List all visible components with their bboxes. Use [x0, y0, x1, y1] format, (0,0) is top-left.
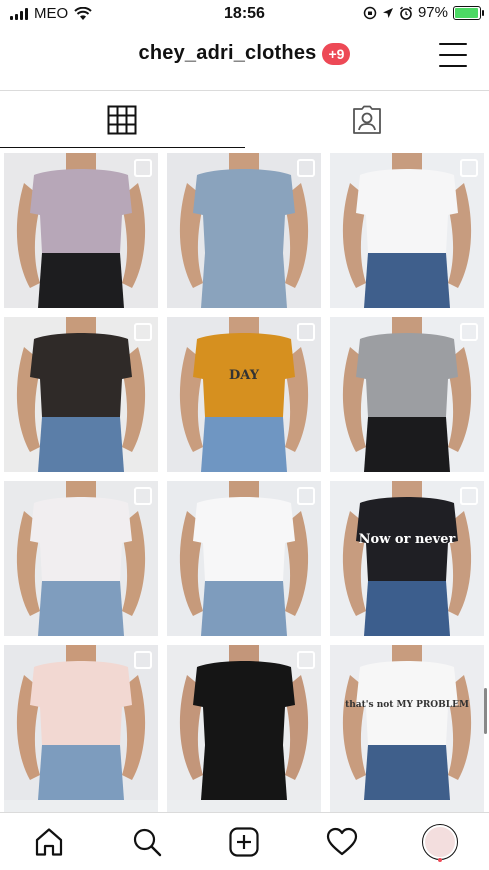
- tab-grid[interactable]: [0, 91, 245, 148]
- profile-tabs: [0, 90, 489, 148]
- post-photo: that's not MY PROBLEM: [342, 645, 472, 800]
- shirt-print-text: that's not MY PROBLEM: [345, 700, 469, 710]
- post-thumbnail[interactable]: [330, 153, 484, 308]
- carousel-icon: [134, 487, 152, 505]
- carousel-icon: [134, 159, 152, 177]
- carousel-icon: [460, 487, 478, 505]
- nav-home[interactable]: [25, 818, 73, 866]
- username-area[interactable]: chey_adri_clothes +9: [0, 42, 489, 65]
- post-thumbnail[interactable]: [167, 481, 321, 636]
- tab-tagged[interactable]: [245, 91, 489, 148]
- post-thumbnail[interactable]: [4, 317, 158, 472]
- alarm-icon: [399, 6, 412, 20]
- carousel-icon: [297, 323, 315, 341]
- post-thumbnail[interactable]: [167, 153, 321, 308]
- username[interactable]: chey_adri_clothes: [139, 42, 317, 65]
- shirt-print-text: Now or never: [359, 532, 456, 547]
- carousel-icon: [134, 323, 152, 341]
- status-bar: MEO 18:56 97%: [0, 0, 489, 30]
- post-thumbnail[interactable]: [330, 317, 484, 472]
- profile-activity-dot: [438, 858, 442, 862]
- home-icon: [35, 827, 62, 856]
- location-icon: [382, 7, 393, 18]
- next-row-peek: [4, 800, 485, 812]
- post-thumbnail[interactable]: [4, 481, 158, 636]
- carousel-icon: [297, 487, 315, 505]
- search-icon: [133, 828, 161, 856]
- post-thumbnail[interactable]: Now or never: [330, 481, 484, 636]
- carousel-icon: [460, 323, 478, 341]
- battery-fill: [455, 7, 479, 18]
- carousel-icon: [134, 651, 152, 669]
- post-thumbnail[interactable]: [4, 645, 158, 800]
- carousel-icon: [297, 651, 315, 669]
- add-post-icon: [229, 826, 260, 857]
- profile-avatar-icon: [422, 823, 459, 860]
- post-thumbnail[interactable]: DAY: [167, 317, 321, 472]
- orientation-lock-icon: [363, 6, 377, 19]
- scroll-indicator[interactable]: [484, 688, 487, 734]
- status-right: 97%: [363, 4, 484, 21]
- profile-header: chey_adri_clothes +9: [0, 30, 489, 90]
- post-thumbnail[interactable]: [4, 153, 158, 308]
- carousel-icon: [460, 159, 478, 177]
- hamburger-menu-icon[interactable]: [439, 43, 467, 67]
- battery-percent: 97%: [417, 4, 448, 21]
- heart-icon: [327, 827, 358, 855]
- post-thumbnail[interactable]: [167, 645, 321, 800]
- post-grid: DAY Now or never that's not MY PROBLEM: [4, 153, 485, 800]
- nav-new-post[interactable]: [220, 818, 268, 866]
- notification-badge[interactable]: +9: [322, 42, 351, 65]
- battery-icon: [453, 5, 484, 20]
- carousel-icon: [297, 159, 315, 177]
- avatar-image: [425, 826, 456, 857]
- shirt-print-text: DAY: [229, 368, 260, 383]
- nav-search[interactable]: [123, 818, 171, 866]
- grid-icon: [107, 105, 137, 134]
- tagged-person-icon: [352, 105, 381, 134]
- bottom-nav: [0, 812, 489, 870]
- nav-activity[interactable]: [318, 818, 366, 866]
- post-thumbnail[interactable]: that's not MY PROBLEM: [330, 645, 484, 800]
